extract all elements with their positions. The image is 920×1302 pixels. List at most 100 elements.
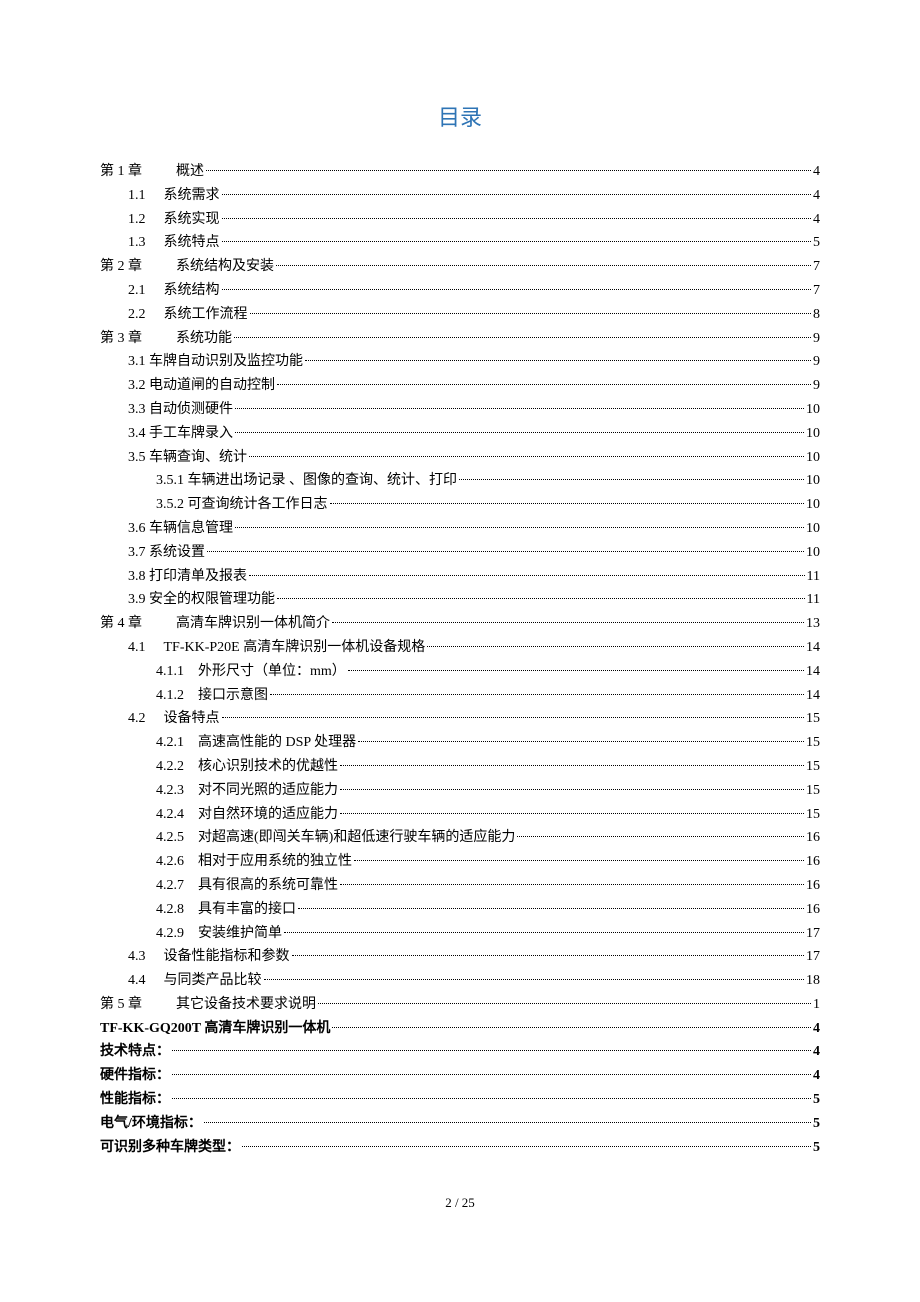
toc-entry-number: 3.5 [128, 446, 146, 470]
toc-entry[interactable]: 4.2.1高速高性能的 DSP 处理器15 [100, 731, 820, 755]
toc-entry-number: 3.7 [128, 541, 146, 565]
toc-entry[interactable]: 4.2.5对超高速(即闯关车辆)和超低速行驶车辆的适应能力16 [100, 826, 820, 850]
toc-entry[interactable]: 第 4 章高清车牌识别一体机简介13 [100, 612, 820, 636]
toc-entry-label: 4.2.6相对于应用系统的独立性 [100, 850, 352, 874]
toc-entry-number: 3.5.1 [156, 469, 184, 493]
toc-entry-label: 第 4 章高清车牌识别一体机简介 [100, 612, 330, 636]
toc-entry-label: 3.4 手工车牌录入 [100, 422, 233, 446]
toc-entry[interactable]: 第 3 章系统功能9 [100, 327, 820, 351]
toc-leader-dots [206, 170, 811, 171]
toc-entry[interactable]: 4.2.8具有丰富的接口16 [100, 898, 820, 922]
toc-entry[interactable]: 电气/环境指标：5 [100, 1112, 820, 1136]
toc-entry[interactable]: 第 1 章 概述 4 [100, 160, 820, 184]
toc-entry[interactable]: 1.2系统实现4 [100, 208, 820, 232]
toc-entry[interactable]: 4.2.7具有很高的系统可靠性16 [100, 874, 820, 898]
toc-entry-number: 4.2.7 [156, 874, 184, 898]
toc-entry[interactable]: 第 2 章系统结构及安装7 [100, 255, 820, 279]
toc-leader-dots [292, 955, 805, 956]
toc-entry[interactable]: 3.5.2 可查询统计各工作日志10 [100, 493, 820, 517]
toc-entry[interactable]: 3.9 安全的权限管理功能11 [100, 588, 820, 612]
toc-entry-text: TF-KK-P20E 高清车牌识别一体机设备规格 [164, 640, 426, 655]
toc-leader-dots [172, 1050, 811, 1051]
toc-entry[interactable]: 4.3设备性能指标和参数17 [100, 945, 820, 969]
toc-entry[interactable]: 4.2.3对不同光照的适应能力15 [100, 779, 820, 803]
toc-entry[interactable]: 3.4 手工车牌录入10 [100, 422, 820, 446]
toc-entry[interactable]: 2.2系统工作流程8 [100, 303, 820, 327]
toc-entry[interactable]: 3.6 车辆信息管理10 [100, 517, 820, 541]
toc-entry[interactable]: 技术特点：4 [100, 1040, 820, 1064]
toc-entry-number: 第 1 章 [100, 160, 142, 184]
toc-leader-dots [298, 908, 804, 909]
toc-entry-label: 4.2.3对不同光照的适应能力 [100, 779, 338, 803]
toc-entry[interactable]: 3.3 自动侦测硬件10 [100, 398, 820, 422]
toc-entry-text: 手工车牌录入 [146, 426, 234, 441]
toc-entry-page: 7 [813, 255, 820, 279]
toc-entry-number: 第 2 章 [100, 255, 142, 279]
toc-entry-number: 3.9 [128, 588, 146, 612]
toc-entry[interactable]: 3.7 系统设置10 [100, 541, 820, 565]
toc-entry[interactable]: 3.2 电动道闸的自动控制9 [100, 374, 820, 398]
toc-entry[interactable]: 4.4与同类产品比较18 [100, 969, 820, 993]
toc-leader-dots [330, 503, 805, 504]
toc-entry[interactable]: 4.2设备特点15 [100, 707, 820, 731]
toc-entry[interactable]: 第 5 章其它设备技术要求说明1 [100, 993, 820, 1017]
toc-entry-text: 性能指标： [100, 1092, 170, 1107]
toc-entry[interactable]: 性能指标： 5 [100, 1088, 820, 1112]
toc-entry-text: 技术特点： [100, 1044, 170, 1059]
toc-entry[interactable]: 4.1TF-KK-P20E 高清车牌识别一体机设备规格14 [100, 636, 820, 660]
toc-entry[interactable]: 4.2.6相对于应用系统的独立性 16 [100, 850, 820, 874]
toc-entry-label: 3.5 车辆查询、统计 [100, 446, 247, 470]
toc-entry-number: 4.2.6 [156, 850, 184, 874]
toc-entry-label: 3.7 系统设置 [100, 541, 205, 565]
toc-entry-label: 第 1 章 概述 [100, 160, 204, 184]
toc-leader-dots [172, 1098, 811, 1099]
toc-entry[interactable]: 4.1.1外形尺寸（单位：mm）14 [100, 660, 820, 684]
toc-entry-label: 3.5.1 车辆进出场记录 、图像的查询、统计、打印 [100, 469, 457, 493]
toc-entry[interactable]: 4.2.9安装维护简单17 [100, 922, 820, 946]
toc-entry-page: 9 [813, 327, 820, 351]
toc-entry[interactable]: 4.1.2接口示意图14 [100, 684, 820, 708]
toc-entry-number: 3.3 [128, 398, 146, 422]
toc-entry-text: 概述 [176, 164, 204, 179]
toc-leader-dots [459, 479, 804, 480]
toc-entry[interactable]: TF-KK-GQ200T 高清车牌识别一体机4 [100, 1017, 820, 1041]
toc-entry-text: 车辆信息管理 [146, 521, 234, 536]
toc-entry-text: 设备特点 [164, 711, 220, 726]
toc-entry-page: 4 [813, 160, 820, 184]
toc-entry-label: 1.1系统需求 [100, 184, 220, 208]
toc-entry-number: 4.3 [128, 945, 146, 969]
toc-entry-page: 18 [806, 969, 820, 993]
toc-entry[interactable]: 1.3系统特点5 [100, 231, 820, 255]
toc-entry[interactable]: 2.1系统结构7 [100, 279, 820, 303]
toc-entry-number: 3.2 [128, 374, 146, 398]
toc-leader-dots [277, 384, 811, 385]
toc-entry[interactable]: 硬件指标：4 [100, 1064, 820, 1088]
toc-entry-page: 5 [813, 1112, 820, 1136]
toc-entry-number: 4.1 [128, 636, 146, 660]
toc-entry-page: 15 [806, 803, 820, 827]
toc-entry[interactable]: 1.1系统需求 4 [100, 184, 820, 208]
toc-entry-page: 4 [813, 184, 820, 208]
toc-entry-text: 具有很高的系统可靠性 [198, 878, 338, 893]
toc-entry[interactable]: 3.5.1 车辆进出场记录 、图像的查询、统计、打印10 [100, 469, 820, 493]
toc-entry-label: TF-KK-GQ200T 高清车牌识别一体机 [100, 1017, 330, 1041]
toc-entry-number: 4.2.3 [156, 779, 184, 803]
toc-entry-text: 安全的权限管理功能 [146, 592, 276, 607]
toc-entry-page: 5 [813, 1088, 820, 1112]
toc-leader-dots [222, 289, 812, 290]
toc-entry[interactable]: 3.1 车牌自动识别及监控功能9 [100, 350, 820, 374]
toc-entry-page: 5 [813, 231, 820, 255]
toc-entry[interactable]: 4.2.2核心识别技术的优越性15 [100, 755, 820, 779]
toc-entry[interactable]: 3.8 打印清单及报表11 [100, 565, 820, 589]
toc-entry-page: 4 [813, 1064, 820, 1088]
toc-entry-label: 3.2 电动道闸的自动控制 [100, 374, 275, 398]
toc-entry[interactable]: 4.2.4对自然环境的适应能力15 [100, 803, 820, 827]
toc-entry-number: 第 5 章 [100, 993, 142, 1017]
toc-entry-page: 11 [807, 565, 820, 589]
toc-leader-dots [427, 646, 804, 647]
toc-entry-text: 电动道闸的自动控制 [146, 378, 276, 393]
toc-entry-page: 14 [806, 660, 820, 684]
toc-entry[interactable]: 3.5 车辆查询、统计10 [100, 446, 820, 470]
toc-entry[interactable]: 可识别多种车牌类型：5 [100, 1136, 820, 1160]
toc-entry-page: 16 [806, 850, 820, 874]
